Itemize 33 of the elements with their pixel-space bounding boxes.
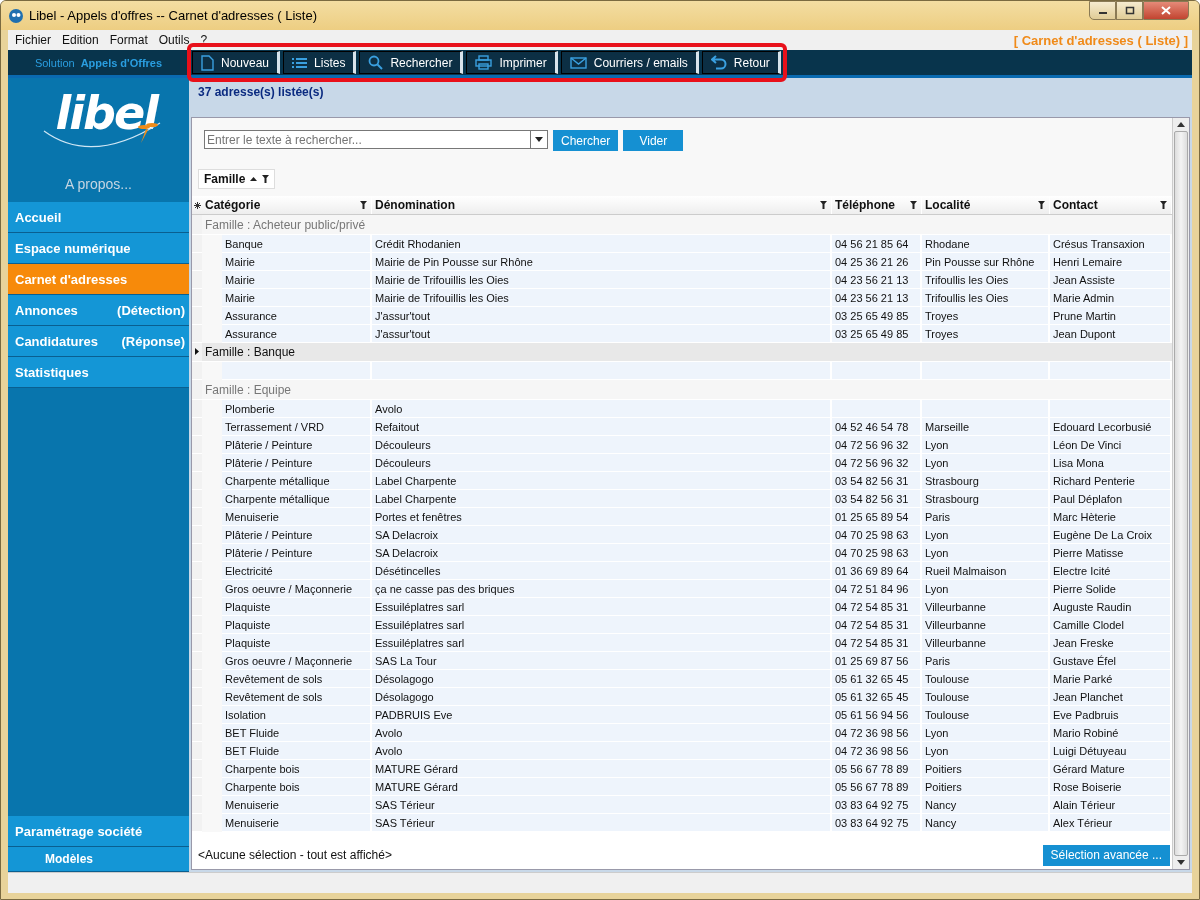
toolbar-button[interactable]: Courriers / emails <box>560 51 699 74</box>
toolbar-button[interactable]: Nouveau <box>192 51 281 74</box>
search-button[interactable]: Chercher <box>553 130 619 151</box>
solution-label: Solution <box>34 56 75 69</box>
table-cell: Nancy <box>922 814 1050 832</box>
toolbar-button[interactable]: Listes <box>283 51 357 74</box>
group-by-chip[interactable]: Famille <box>198 169 276 189</box>
column-header[interactable]: Dénomination <box>372 196 832 214</box>
toolbar-button[interactable]: Retour <box>701 51 781 74</box>
search-field[interactable]: Entrer le texte à rechercher... <box>204 130 530 149</box>
group-row[interactable]: Famille : Banque <box>192 343 1172 362</box>
toolbar-button[interactable]: Imprimer <box>466 51 558 74</box>
group-row[interactable]: Famille : Acheteur public/privé <box>192 215 1172 235</box>
menu-item[interactable]: Outils <box>156 33 197 47</box>
search-button[interactable]: Vider <box>623 130 684 151</box>
screen-label: [ Carnet d'adresses ( Liste) ] <box>1013 32 1189 48</box>
record-count: 37 adresse(s) listée(s) <box>198 85 324 99</box>
table-cell: 03 83 64 92 75 <box>832 814 922 832</box>
column-header[interactable]: Catégorie <box>202 196 372 214</box>
window-title: Libel - Appels d'offres -- Carnet d'adresses ( Liste) <box>29 8 317 23</box>
column-header[interactable]: Téléphone <box>832 196 922 214</box>
logo: libel <box>33 86 164 156</box>
toolbar-button[interactable]: Rechercher <box>359 51 464 74</box>
advanced-selection-button[interactable]: Sélection avancée ... <box>1042 844 1170 866</box>
table-cell: SAS Térieur <box>372 814 832 832</box>
solution-name: Appels d'Offres <box>80 56 163 69</box>
menu-item[interactable]: Edition <box>60 33 106 47</box>
table-cell: Menuiserie <box>222 814 372 832</box>
menu-item[interactable]: Format <box>107 33 155 47</box>
menu-item[interactable]: Fichier <box>13 33 58 47</box>
column-header[interactable]: Localité <box>922 196 1050 214</box>
group-row[interactable]: Famille : Equipe <box>192 380 1172 400</box>
selection-status: <Aucune sélection - tout est affiché> <box>198 848 392 862</box>
